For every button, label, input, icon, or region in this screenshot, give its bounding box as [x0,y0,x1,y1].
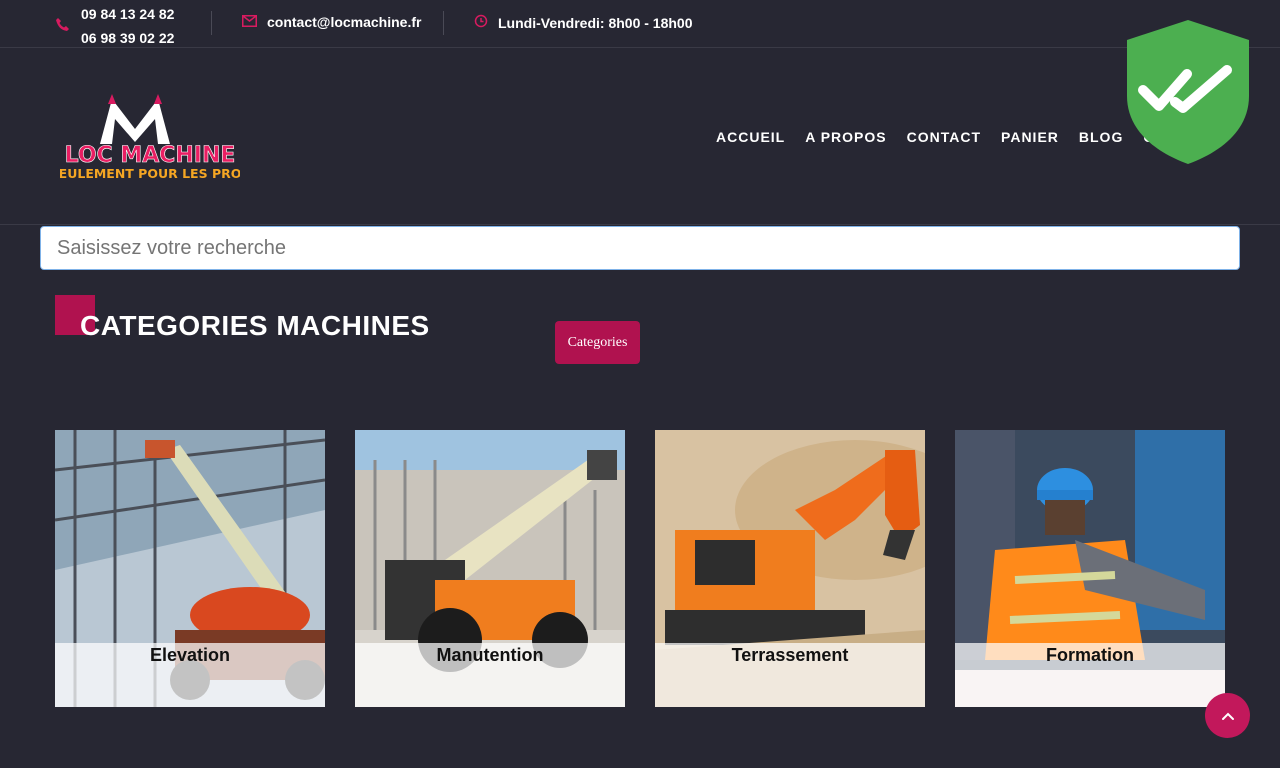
main-nav: ACCUEIL A PROPOS CONTACT PANIER BLOG CO [716,129,1166,145]
shield-check-icon[interactable] [1125,18,1251,166]
card-label: Formation [955,643,1225,707]
card-title: Terrassement [731,645,849,665]
search-input[interactable] [40,226,1240,270]
nav-panier[interactable]: PANIER [1001,129,1059,145]
categories-button[interactable]: Categories [555,321,640,364]
card-title: Manutention [436,645,544,665]
nav-accueil[interactable]: ACCUEIL [716,129,785,145]
nav-blog[interactable]: BLOG [1079,129,1123,145]
card-label: Manutention [355,643,625,707]
svg-text:LOC MACHINE: LOC MACHINE [65,143,236,168]
card-title: Elevation [149,645,231,665]
category-card-manutention[interactable]: Manutention [355,430,625,707]
email-address[interactable]: contact@locmachine.fr [267,14,421,30]
phone-icon [55,17,71,36]
nav-a-propos[interactable]: A PROPOS [805,129,886,145]
logo-graphic: LOC MACHINE SEULEMENT POUR LES PROS [50,94,250,181]
nav-contact[interactable]: CONTACT [907,129,981,145]
category-card-elevation[interactable]: Elevation [55,430,325,707]
category-card-formation[interactable]: Formation [955,430,1225,707]
divider [211,11,212,35]
card-label: Elevation [55,643,325,707]
site-logo[interactable]: LOC MACHINE SEULEMENT POUR LES PROS [50,94,250,184]
card-label: Terrassement [655,643,925,707]
category-card-terrassement[interactable]: Terrassement [655,430,925,707]
chevron-up-icon [1221,712,1234,720]
svg-text:SEULEMENT POUR LES PROS: SEULEMENT POUR LES PROS [60,166,240,181]
email-contact[interactable]: contact@locmachine.fr [242,14,421,30]
clock-icon [474,14,488,31]
phone-number-2[interactable]: 06 98 39 02 22 [81,26,174,50]
opening-hours: Lundi-Vendredi: 8h00 - 18h00 [474,14,693,31]
phone-contact[interactable]: 09 84 13 24 82 06 98 39 02 22 [55,2,174,50]
scroll-to-top-button[interactable] [1205,693,1250,738]
envelope-icon [242,14,257,30]
card-title: Formation [1046,645,1134,665]
category-cards: Elevation Manutention Terrassement Forma… [55,430,1225,707]
header: LOC MACHINE SEULEMENT POUR LES PROS ACCU… [0,49,1280,225]
phone-number-1[interactable]: 09 84 13 24 82 [81,2,174,26]
divider [443,11,444,35]
hours-text: Lundi-Vendredi: 8h00 - 18h00 [498,14,693,31]
section-title: CATEGORIES MACHINES [80,310,430,341]
top-bar: 09 84 13 24 82 06 98 39 02 22 contact@lo… [0,0,1280,48]
